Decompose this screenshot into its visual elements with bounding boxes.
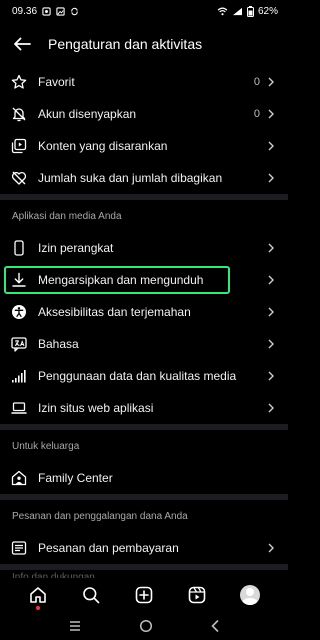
accessibility-icon [10, 303, 28, 321]
download-icon [10, 271, 28, 289]
menu-item-label: Jumlah suka dan jumlah dibagikan [38, 171, 223, 185]
menu-item-label: Konten yang disarankan [38, 139, 168, 153]
avatar [239, 585, 260, 605]
menu-item-label: Mengarsipkan dan mengunduh [38, 273, 204, 287]
signal-bars-icon [10, 367, 28, 385]
receipt-icon [10, 539, 28, 557]
favorites-count: 0 [253, 76, 260, 88]
create-icon[interactable] [130, 581, 158, 609]
wifi-icon [217, 7, 228, 16]
profile-avatar[interactable] [236, 581, 264, 609]
menu-item-label: Akun disenyapkan [38, 107, 137, 121]
status-time: 09.36 [12, 5, 38, 17]
chevron-right-icon [266, 338, 276, 350]
laptop-icon [10, 399, 28, 417]
sync-status-icon [70, 7, 79, 16]
reels-icon[interactable] [183, 581, 211, 609]
app-header: Pengaturan dan aktivitas [0, 22, 288, 66]
chevron-right-icon [266, 402, 276, 414]
chevron-right-icon [266, 274, 276, 286]
search-icon[interactable] [77, 581, 105, 609]
menu-item-label: Izin perangkat [38, 241, 114, 255]
home-circle-icon[interactable] [139, 619, 153, 633]
chevron-right-icon [266, 306, 276, 318]
menu-item-data-usage[interactable]: Penggunaan data dan kualitas media [0, 360, 288, 392]
menu-item-like-share-counts[interactable]: Jumlah suka dan jumlah dibagikan [0, 162, 288, 194]
chevron-right-icon [266, 242, 276, 254]
chevron-right-icon [266, 370, 276, 382]
menu-item-family-center[interactable]: Family Center [0, 462, 288, 494]
back-arrow-icon[interactable] [12, 34, 32, 54]
photo-status-icon [42, 6, 51, 16]
gallery-status-icon [56, 6, 65, 16]
language-icon [10, 335, 28, 353]
menu-item-device-permissions[interactable]: Izin perangkat [0, 232, 288, 264]
family-center-icon [10, 469, 28, 487]
chevron-right-icon [266, 76, 276, 88]
page-title: Pengaturan dan aktivitas [48, 36, 203, 52]
home-icon[interactable] [24, 581, 52, 610]
menu-item-label: Favorit [38, 75, 75, 89]
menu-item-suggested-content[interactable]: Konten yang disarankan [0, 130, 288, 162]
recents-icon[interactable] [68, 620, 82, 632]
section-title-family: Untuk keluarga [12, 440, 80, 452]
back-icon[interactable] [210, 619, 220, 633]
menu-item-label: Bahasa [38, 337, 79, 351]
chevron-right-icon [266, 140, 276, 152]
menu-item-label: Pesanan dan pembayaran [38, 541, 179, 555]
phone-icon [10, 239, 28, 257]
battery-level: 62% [257, 5, 278, 17]
menu-item-favorites[interactable]: Favorit 0 [0, 66, 288, 98]
section-divider [0, 564, 288, 570]
menu-item-label: Aksesibilitas dan terjemahan [38, 305, 191, 319]
menu-item-label: Penggunaan data dan kualitas media [38, 369, 237, 383]
star-icon [10, 73, 28, 91]
status-bar: 09.36 62% [0, 0, 288, 22]
section-title-apps-media: Aplikasi dan media Anda [12, 210, 122, 222]
menu-item-language[interactable]: Bahasa [0, 328, 288, 360]
chevron-right-icon [266, 542, 276, 554]
suggested-content-icon [10, 137, 28, 155]
menu-item-orders-payments[interactable]: Pesanan dan pembayaran [0, 532, 288, 564]
menu-item-archive-download[interactable]: Mengarsipkan dan mengunduh [0, 264, 288, 296]
battery-icon [246, 5, 254, 17]
bell-off-icon [10, 105, 28, 123]
menu-item-label: Family Center [38, 471, 113, 485]
chevron-right-icon [266, 172, 276, 184]
chevron-right-icon [266, 108, 276, 120]
notification-dot [36, 606, 41, 610]
bottom-nav [0, 578, 288, 612]
menu-item-label: Izin situs web aplikasi [38, 401, 154, 415]
signal-icon [232, 7, 243, 16]
system-nav [0, 612, 288, 640]
menu-item-website-permissions[interactable]: Izin situs web aplikasi [0, 392, 288, 424]
section-title-orders: Pesanan dan penggalangan dana Anda [12, 510, 188, 522]
menu-item-muted-accounts[interactable]: Akun disenyapkan 0 [0, 98, 288, 130]
heart-off-icon [10, 169, 28, 187]
muted-count: 0 [253, 108, 260, 120]
menu-item-accessibility-translation[interactable]: Aksesibilitas dan terjemahan [0, 296, 288, 328]
